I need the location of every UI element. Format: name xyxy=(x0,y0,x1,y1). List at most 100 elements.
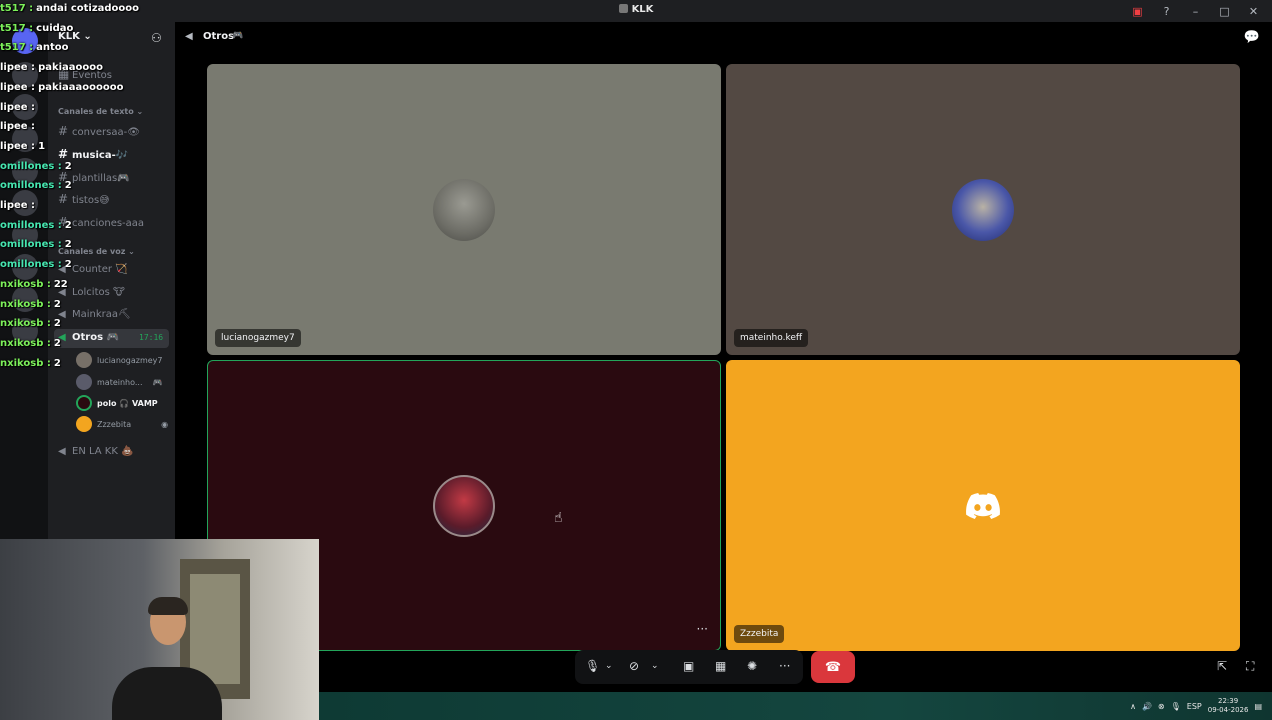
chat-message: antoo xyxy=(36,42,69,54)
camera-options-chevron-icon[interactable]: ⌄ xyxy=(651,661,659,671)
voice-channel-label: Otros 🎮 xyxy=(72,332,119,343)
microphone-icon[interactable]: 🎙 xyxy=(585,659,600,673)
webcam-person-hair xyxy=(148,597,188,615)
channel-tistos[interactable]: # tistos😅 xyxy=(58,192,110,206)
channel-label: conversaa-👁 xyxy=(72,127,140,138)
chat-overlay-line: nxikosb :2 xyxy=(0,299,61,310)
participant-name: lucianogazmey7 xyxy=(215,329,301,347)
mic-tray-icon[interactable]: 🎙 xyxy=(1171,702,1181,711)
webcam-overlay xyxy=(0,539,319,720)
app-icon xyxy=(618,4,628,13)
chat-message: 2 xyxy=(53,337,61,349)
voice-channel-mainkraa[interactable]: ◀ Mainkraa⛏ xyxy=(58,309,131,320)
tile-more-button[interactable]: ··· xyxy=(697,622,708,636)
chat-message: 2 xyxy=(53,357,61,369)
mic-options-chevron-icon[interactable]: ⌄ xyxy=(605,661,613,671)
phone-hangup-icon: ☎ xyxy=(824,659,842,675)
clock[interactable]: 22:39 09-04-2026 xyxy=(1208,697,1249,715)
chat-overlay-line: omillones :2 xyxy=(0,220,72,231)
chat-message: 1 xyxy=(38,140,46,152)
volume-icon[interactable]: 🔊 xyxy=(1142,702,1152,711)
channel-label: canciones-aaa xyxy=(72,218,145,229)
close-icon[interactable]: ✕ xyxy=(1239,2,1268,20)
activities-icon[interactable]: ▦ xyxy=(715,659,726,673)
soundboard-icon[interactable]: ✺ xyxy=(747,659,757,673)
chat-overlay-line: lipee : pakiaaaoooooo xyxy=(0,82,124,93)
chat-overlay-line: nxikosb :2 xyxy=(0,358,61,369)
webcam-window xyxy=(190,574,240,684)
chat-username: t517 : xyxy=(0,22,34,34)
hand-cursor-icon: ☝ xyxy=(554,510,563,526)
member-name: polo 🎧 VAMP xyxy=(97,398,158,408)
channel-label: plantillas🎮 xyxy=(72,173,130,184)
participant-tile[interactable]: Zzzebita xyxy=(726,360,1240,651)
popout-icon[interactable]: ⇱ xyxy=(1217,659,1227,673)
network-icon[interactable]: ⊗ xyxy=(1158,702,1165,711)
channel-musica[interactable]: # musica-🎶 xyxy=(58,147,128,161)
chat-overlay-line: omillones :2 xyxy=(0,239,72,250)
avatar xyxy=(76,374,92,390)
participant-tile[interactable]: lucianogazmey7 xyxy=(207,64,721,355)
fullscreen-icon[interactable]: ⛶ xyxy=(1246,659,1254,674)
taskbar: ∧ 🔊 ⊗ 🎙 ESP 22:39 09-04-2026 ▤ xyxy=(319,692,1272,720)
channel-label: tistos😅 xyxy=(72,195,110,206)
voice-member[interactable]: mateinho... 🎮 xyxy=(76,374,162,390)
notification-icon[interactable]: ▣ xyxy=(1123,2,1152,20)
chat-message: andai cotizadoooo xyxy=(36,3,140,14)
hash-icon: # xyxy=(58,147,69,161)
chat-username: lipee : xyxy=(0,62,36,74)
voice-channel-enlakk[interactable]: ◀ EN LA KK 💩 xyxy=(58,446,134,457)
chat-overlay-line: t517 : andai cotizadoooo xyxy=(0,3,139,14)
window-title-text: KLK xyxy=(631,4,654,15)
voice-member[interactable]: polo 🎧 VAMP xyxy=(76,395,158,411)
text-category[interactable]: Canales de texto ⌄ xyxy=(58,107,143,116)
screen-share-icon[interactable]: ▣ xyxy=(683,659,694,673)
chat-username: lipee : xyxy=(0,200,36,211)
channel-conversaa[interactable]: # conversaa-👁 xyxy=(58,124,140,138)
text-category-label: Canales de texto xyxy=(58,107,134,116)
avatar xyxy=(76,395,92,411)
chat-overlay-line: omillones :2 xyxy=(0,259,72,270)
clock-time: 22:39 xyxy=(1218,697,1239,705)
avatar xyxy=(76,352,92,368)
avatar xyxy=(76,416,92,432)
notifications-icon[interactable]: ▤ xyxy=(1254,702,1262,711)
chat-message: 2 xyxy=(53,318,61,330)
minimize-icon[interactable]: – xyxy=(1181,2,1210,20)
chat-username: omillones : xyxy=(0,180,62,192)
camera-off-icon[interactable]: ⊘ xyxy=(629,659,639,673)
tray-chevron-icon[interactable]: ∧ xyxy=(1130,702,1136,711)
chat-bubble-icon[interactable]: 💬 xyxy=(1244,30,1260,45)
participant-name: Zzzebita xyxy=(734,625,785,643)
chat-message: cuidao xyxy=(36,22,74,34)
chat-username: t517 : xyxy=(0,42,34,54)
participant-tile[interactable]: mateinho.keff xyxy=(726,64,1240,355)
more-options-button[interactable]: ··· xyxy=(779,659,790,673)
voice-member[interactable]: lucianogazmey7 xyxy=(76,352,163,368)
language-indicator[interactable]: ESP xyxy=(1187,702,1202,711)
help-icon[interactable]: ? xyxy=(1152,2,1181,20)
add-member-icon[interactable]: ⚇ xyxy=(151,31,162,45)
chat-username: nxikosb : xyxy=(0,337,51,349)
member-badge: 🎮 xyxy=(152,377,163,387)
voice-header-title: Otros xyxy=(203,31,235,42)
chat-message: 22 xyxy=(53,278,68,290)
hash-icon: # xyxy=(58,124,69,138)
system-tray: ∧ 🔊 ⊗ 🎙 ESP 22:39 09-04-2026 ▤ xyxy=(1130,692,1262,720)
voice-channel-label: Counter 🏹 xyxy=(72,264,128,275)
chat-username: omillones : xyxy=(0,160,62,172)
chat-username: omillones : xyxy=(0,259,62,271)
voice-channel-lolcitos[interactable]: ◀ Lolcitos 🐮 xyxy=(58,287,125,298)
voice-member[interactable]: Zzzebita ◉ xyxy=(76,416,168,432)
avatar xyxy=(433,474,495,537)
chat-username: lipee : xyxy=(0,140,36,152)
chat-message: pakiaaoooo xyxy=(38,62,104,74)
speaker-icon: ◀ xyxy=(58,446,66,457)
voice-channel-otros[interactable]: ◀ Otros 🎮 xyxy=(58,332,119,343)
window-controls: ▣ ? – □ ✕ xyxy=(1123,2,1268,20)
maximize-icon[interactable]: □ xyxy=(1210,2,1239,20)
disconnect-button[interactable]: ☎ xyxy=(811,651,855,683)
chat-overlay-line: nxikosb :2 xyxy=(0,338,61,349)
chat-overlay-line: omillones :2 xyxy=(0,180,72,191)
chat-overlay-line: lipee : xyxy=(0,102,38,113)
